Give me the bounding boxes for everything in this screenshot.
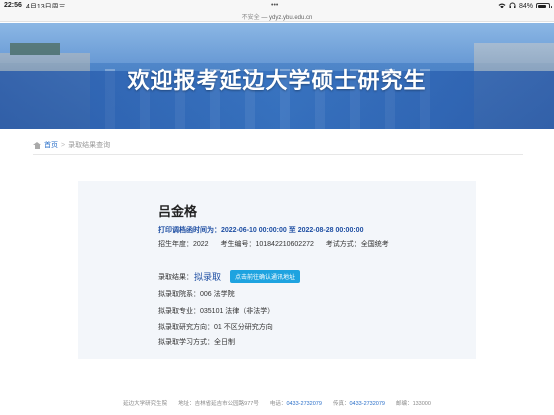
page-footer: 延边大学研究生院 地址：吉林省延吉市公园路977号 电话：0433-273207…: [0, 399, 554, 407]
hero-banner: 欢迎报考延边大学硕士研究生: [0, 23, 554, 129]
banner-title: 欢迎报考延边大学硕士研究生: [127, 68, 427, 94]
year-value: 2022: [193, 241, 209, 248]
exam-no-value: 101842210602272: [255, 241, 314, 248]
status-label: 录取结果：: [158, 273, 193, 281]
footer-phone[interactable]: 0433-2732079: [286, 401, 321, 407]
footer-fax-label: 传真：: [332, 401, 350, 407]
print-period-start: 2022-06-10 00:00:00: [221, 227, 287, 234]
mode-value: 全日制: [214, 339, 235, 346]
exam-type-value: 全国统考: [360, 241, 389, 248]
url-domain: ydyz.ybu.edu.cn: [269, 15, 313, 21]
footer-zip: 133000: [412, 401, 431, 407]
exam-meta-row: 招生年度：2022 考生编号：101842210602272 考试方式：全国统考: [158, 239, 389, 249]
major-row: 拟录取专业：035101 法律（非法学）: [158, 306, 274, 316]
direction-label: 拟录取研究方向：: [158, 324, 214, 331]
url-separator: —: [259, 15, 269, 21]
url-text[interactable]: 不安全 — ydyz.ybu.edu.cn: [0, 12, 554, 21]
exam-type-label: 考试方式：: [325, 241, 361, 248]
print-period-to: 至: [288, 227, 296, 234]
direction-value: 01 不区分研究方向: [214, 324, 273, 331]
footer-fax[interactable]: 0433-2732079: [350, 401, 385, 407]
print-period-label: 打印调档函时间为：: [158, 227, 221, 234]
major-label: 拟录取专业：: [158, 308, 200, 315]
candidate-name: 吕金格: [158, 204, 198, 219]
mode-label: 拟录取学习方式：: [158, 339, 214, 346]
status-value: 拟录取: [194, 272, 222, 282]
exam-no-label: 考生编号：: [220, 241, 256, 248]
print-period-row: 打印调档函时间为：2022-06-10 00:00:00 至 2022-08-2…: [158, 225, 363, 235]
study-mode-row: 拟录取学习方式：全日制: [158, 337, 235, 347]
breadcrumb-separator: >: [61, 141, 66, 149]
dept-value: 006 法学院: [200, 291, 235, 298]
footer-address: 吉林省延吉市公园路977号: [194, 401, 259, 407]
footer-address-label: 地址：: [178, 401, 195, 407]
footer-phone-label: 电话：: [269, 401, 287, 407]
breadcrumb-home-link[interactable]: 首页: [44, 140, 58, 150]
footer-org: 延边大学研究生院: [123, 401, 168, 407]
home-icon[interactable]: [33, 141, 41, 149]
direction-row: 拟录取研究方向：01 不区分研究方向: [158, 322, 273, 332]
admission-result-card: 吕金格 打印调档函时间为：2022-06-10 00:00:00 至 2022-…: [78, 181, 476, 359]
browser-address-bar[interactable]: ••• 不安全 — ydyz.ybu.edu.cn: [0, 2, 554, 22]
admission-status-row: 录取结果： 拟录取 点击前往确认通讯地址: [158, 270, 301, 283]
insecure-label: 不安全: [241, 15, 260, 21]
print-period-end: 2022-08-28 00:00:00: [297, 227, 364, 234]
dept-label: 拟录取院系：: [158, 291, 200, 298]
year-label: 招生年度：: [158, 241, 193, 248]
dept-row: 拟录取院系：006 法学院: [158, 289, 235, 299]
breadcrumb-divider: [33, 154, 523, 155]
browser-more-icon[interactable]: •••: [271, 2, 278, 9]
breadcrumb-current: 录取结果查询: [68, 142, 111, 149]
breadcrumb: 首页 > 录取结果查询: [33, 138, 523, 152]
footer-zip-label: 邮编：: [396, 401, 413, 407]
major-value: 035101 法律（非法学）: [200, 308, 275, 315]
confirm-address-button[interactable]: 点击前往确认通讯地址: [230, 270, 301, 283]
